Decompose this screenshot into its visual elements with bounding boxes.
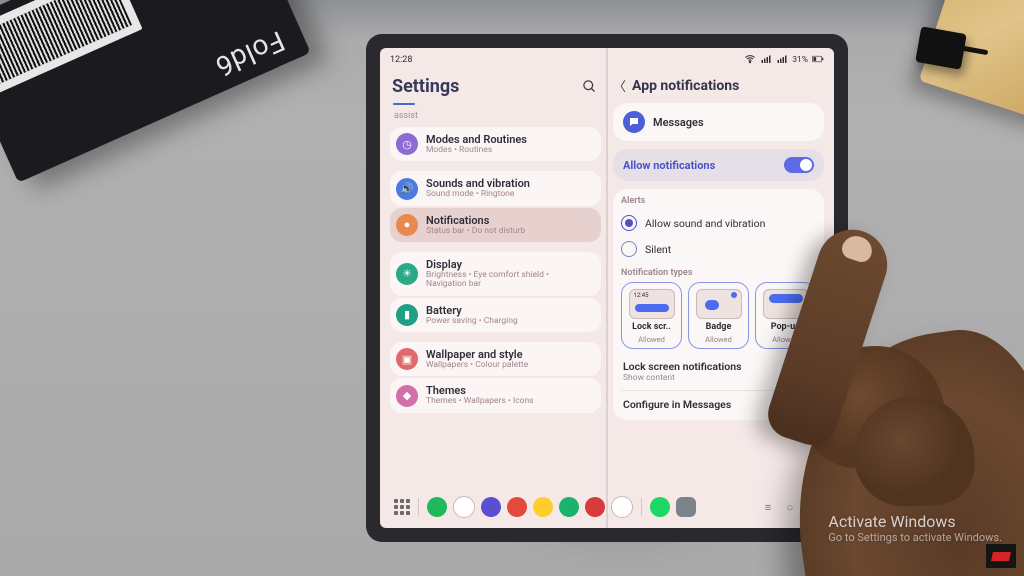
settings-item-sub: Sound mode • Ringtone: [426, 190, 530, 199]
badge-preview: [696, 289, 742, 319]
product-box: Galaxy Z Fold6: [0, 0, 311, 183]
dock-recent-2[interactable]: [676, 497, 696, 517]
alert-option-label: Silent: [645, 243, 671, 256]
dock-recent-1[interactable]: [650, 497, 670, 517]
dock-app-7[interactable]: [585, 497, 605, 517]
battery-icon: ▮: [404, 309, 410, 320]
wifi-icon: [744, 53, 756, 68]
settings-title: Settings: [392, 76, 459, 97]
settings-item-sub: Modes • Routines: [426, 146, 527, 155]
display-icon: ☀: [402, 268, 412, 279]
search-icon[interactable]: [582, 79, 597, 98]
dock-app-4[interactable]: [507, 497, 527, 517]
tile-sub: Allowed: [772, 335, 799, 344]
alert-option-label: Allow sound and vibration: [645, 217, 765, 230]
activate-windows-title: Activate Windows: [828, 512, 1002, 531]
tile-sub: Allowed: [705, 335, 732, 344]
detail-pane: 〈 App notifications Messages: [607, 70, 834, 490]
settings-item-themes[interactable]: ◆ Themes Themes • Wallpapers • Icons: [390, 378, 601, 412]
dock-app-8[interactable]: [611, 496, 633, 518]
themes-icon: ◆: [403, 390, 411, 401]
settings-item-display[interactable]: ☀ Display Brightness • Eye comfort shiel…: [390, 252, 601, 296]
product-box-label: Galaxy Z Fold6: [197, 24, 311, 150]
types-header: Notification types: [621, 268, 816, 278]
settings-item-battery[interactable]: ▮ Battery Power saving • Charging: [390, 298, 601, 332]
desk-background: Galaxy Z Fold6 12:28 31%: [0, 0, 1024, 576]
dock-app-6[interactable]: [559, 497, 579, 517]
assist-hint: assist: [394, 111, 601, 121]
status-bar: 12:28 31%: [380, 48, 834, 70]
tile-label: Pop-up: [771, 322, 801, 332]
tile-sub: Allowed: [638, 335, 665, 344]
link-sub: Show content: [623, 373, 814, 383]
back-button[interactable]: 〈: [613, 76, 626, 95]
settings-item-modes[interactable]: ◷ Modes and Routines Modes • Routines: [390, 127, 601, 161]
lockscreen-preview: 12:45: [629, 289, 675, 319]
usb-plug: [915, 26, 967, 69]
lockscreen-notifications-row[interactable]: Lock screen notifications Show content: [621, 355, 816, 388]
radio-icon: [621, 241, 637, 257]
nav-back[interactable]: 〈: [804, 499, 820, 515]
radio-icon: [621, 215, 637, 231]
settings-item-notifications[interactable]: ● Notifications Status bar • Do not dist…: [390, 208, 601, 242]
allow-notifications-row[interactable]: Allow notifications: [613, 149, 824, 181]
settings-item-sub: Wallpapers • Colour palette: [426, 361, 528, 370]
tile-label: Badge: [706, 322, 732, 332]
configure-in-app-row[interactable]: Configure in Messages: [621, 393, 816, 416]
app-drawer-button[interactable]: [394, 499, 410, 515]
notif-type-popup[interactable]: Pop-up Allowed: [755, 282, 816, 349]
taskbar: ≡ ○ 〈: [386, 490, 828, 524]
notif-type-badge[interactable]: Badge Allowed: [688, 282, 749, 349]
device-frame: 12:28 31% S: [366, 34, 848, 542]
tile-label: Lock scr..: [632, 322, 671, 332]
settings-item-sub: Status bar • Do not disturb: [426, 227, 525, 236]
alerts-card: Alerts Allow sound and vibration Silent …: [613, 189, 824, 420]
settings-item-label: Notifications: [426, 214, 525, 227]
device-screen: 12:28 31% S: [380, 48, 834, 528]
link-label: Configure in Messages: [623, 398, 814, 411]
barcode-sticker: [0, 0, 143, 96]
signal2-icon: [776, 53, 788, 68]
battery-icon: [812, 53, 824, 68]
divider: [418, 498, 419, 516]
sound-icon: 🔊: [400, 183, 414, 194]
modes-icon: ◷: [402, 139, 412, 150]
detail-title: App notifications: [632, 78, 739, 94]
dock-app-2[interactable]: [453, 496, 475, 518]
settings-item-label: Battery: [426, 304, 518, 317]
nav-recents[interactable]: ≡: [760, 499, 776, 515]
link-label: Lock screen notifications: [623, 360, 814, 373]
settings-item-sub: Brightness • Eye comfort shield • Naviga…: [426, 271, 576, 290]
signal-icon: [760, 53, 772, 68]
settings-item-sub: Power saving • Charging: [426, 317, 518, 326]
allow-toggle[interactable]: [784, 157, 814, 173]
status-time: 12:28: [390, 55, 412, 65]
allow-label: Allow notifications: [623, 159, 715, 172]
dock-app-3[interactable]: [481, 497, 501, 517]
app-name: Messages: [653, 116, 704, 129]
alert-option-silent[interactable]: Silent: [621, 236, 816, 262]
divider: [641, 498, 642, 516]
settings-item-wallpaper[interactable]: ▣ Wallpaper and style Wallpapers • Colou…: [390, 342, 601, 376]
battery-text: 31%: [792, 55, 808, 65]
preview-time: 12:45: [634, 292, 649, 299]
title-underline: [393, 103, 415, 105]
settings-pane: Settings assist ◷ Modes and Routines Mod…: [380, 70, 607, 490]
dock-app-phone[interactable]: [427, 497, 447, 517]
activate-windows-sub: Go to Settings to activate Windows.: [828, 531, 1002, 544]
app-row[interactable]: Messages: [613, 103, 824, 141]
activate-windows-watermark: Activate Windows Go to Settings to activ…: [828, 512, 1002, 544]
channel-logo: [986, 544, 1016, 568]
nav-home[interactable]: ○: [782, 499, 798, 515]
bell-icon: ●: [404, 219, 411, 230]
alert-option-sound[interactable]: Allow sound and vibration: [621, 210, 816, 236]
dock-app-5[interactable]: [533, 497, 553, 517]
wallpaper-icon: ▣: [402, 354, 412, 365]
notif-type-lockscreen[interactable]: 12:45 Lock scr.. Allowed: [621, 282, 682, 349]
settings-item-sub: Themes • Wallpapers • Icons: [426, 397, 534, 406]
settings-item-sound[interactable]: 🔊 Sounds and vibration Sound mode • Ring…: [390, 171, 601, 205]
messages-app-icon: [623, 111, 645, 133]
popup-preview: [763, 289, 809, 319]
alerts-header: Alerts: [621, 196, 816, 206]
